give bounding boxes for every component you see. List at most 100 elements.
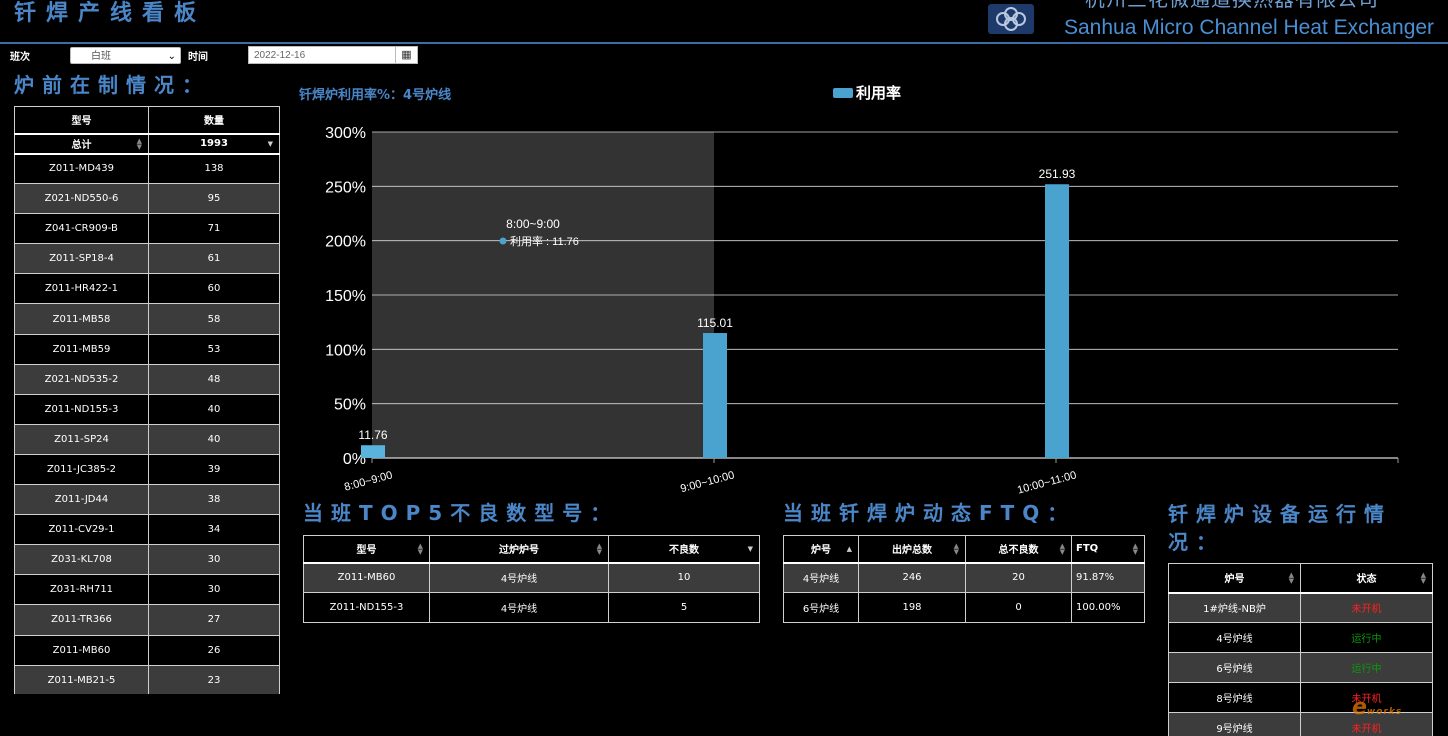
table-row: Z011-MB59 53 [14,333,280,365]
chart-bar[interactable] [1045,184,1069,458]
table-row: 6号炉线 198 0 100.00% [783,592,1145,623]
equipment-title-line2: 况： [1168,530,1224,554]
watermark-logo: eworks [1352,695,1403,720]
table-row: Z011-SP18-4 61 [14,243,280,275]
table-cell: Z011-CV29-1 [14,514,149,546]
wip-header-qty[interactable]: 数量 [148,106,280,135]
y-tick-label: 250% [325,179,366,196]
table-row: Z011-JD44 38 [14,484,280,516]
table-row: 4号炉线 运行中 [1168,622,1433,653]
wip-total-label: 总计 ▲ ▼ [14,133,149,155]
table-cell: Z021-ND535-2 [14,363,149,395]
table-row: Z011-HR422-1 60 [14,273,280,305]
sort-icon: ▲ ▼ [1288,570,1294,585]
table-row: Z011-ND155-3 40 [14,393,280,425]
table-row: Z011-MB21-5 23 [14,664,280,694]
sort-icon: ▲ ▼ [596,541,602,556]
table-cell: 4号炉线 [783,562,859,593]
sort-icon: ▲ ▼ [1420,570,1426,585]
table-row: Z031-KL708 30 [14,544,280,576]
table-row: Z011-MB60 4号炉线 10 [303,562,760,593]
data-label: 11.76 [358,428,387,442]
table-row: 4号炉线 246 20 91.87% [783,562,1145,593]
wip-table: 型号 数量 总计 ▲ ▼ 1993 ▼ Z011-MD439 138 Z021-ND550… [14,106,280,694]
top5-section-title: 当班TOP5不良数型号： [303,501,619,525]
top5-header-model[interactable]: 型号 ▲ ▼ [303,535,430,564]
tooltip-marker [499,237,507,245]
table-row: Z011-MD439 138 [14,152,280,185]
table-cell: 53 [148,333,280,365]
table-cell: Z031-RH711 [14,574,149,606]
wip-table-scroll[interactable]: 型号 数量 总计 ▲ ▼ 1993 ▼ Z011-MD439 138 Z021-ND550… [14,106,280,694]
ftq-header-ftq[interactable]: FTQ ▲ ▼ [1071,535,1145,564]
sort-desc-icon[interactable]: ▼ [268,140,273,147]
table-cell: 48 [148,363,280,395]
table-cell: 198 [858,592,966,623]
top5-header-line[interactable]: 过炉炉号 ▲ ▼ [429,535,609,564]
equip-header-status[interactable]: 状态 ▲ ▼ [1300,563,1433,594]
table-cell: 40 [148,423,280,455]
company-logo [988,4,1034,34]
sort-icon[interactable]: ▲ ▼ [137,137,142,150]
table-row: Z011-ND155-3 4号炉线 5 [303,592,760,623]
table-cell: Z011-SP18-4 [14,243,149,275]
tooltip-value: 利用率 : 11.76 [510,234,579,248]
utilization-chart: 0%50%100%150%200%250%300%8:00~9:0011.769… [325,84,1399,496]
table-cell: Z011-HR422-1 [14,273,149,305]
sort-desc-icon: ▼ [747,544,753,553]
table-cell: Z031-KL708 [14,544,149,576]
equipment-section-title: 钎焊炉设备运行情 况： [1168,500,1392,556]
data-label: 115.01 [697,316,733,330]
table-row: Z031-RH711 30 [14,574,280,606]
header-divider [0,42,1448,44]
table-cell: Z011-JD44 [14,484,149,516]
chart-bar[interactable] [703,333,727,458]
tooltip-title: 8:00~9:00 [506,217,560,231]
equipment-title-line1: 钎焊炉设备运行情 [1168,502,1392,526]
y-tick-label: 300% [325,125,366,142]
table-cell: 58 [148,303,280,335]
shift-label: 班次 [10,52,30,63]
table-cell: 246 [858,562,966,593]
equip-header-line[interactable]: 炉号 ▲ ▼ [1168,563,1301,594]
shift-select-value: 白班 [91,51,111,62]
table-cell: 26 [148,634,280,666]
ftq-header-output[interactable]: 出炉总数 ▲ ▼ [858,535,966,564]
table-cell: 9号炉线 [1168,712,1301,736]
table-row: Z041-CR909-B 71 [14,213,280,245]
page-title: 钎焊产线看板 [14,1,207,26]
table-cell: 91.87% [1071,562,1145,593]
calendar-icon[interactable]: ▦ [395,46,417,64]
table-cell: Z011-MB58 [14,303,149,335]
table-cell: 95 [148,183,280,215]
table-cell: 138 [148,152,280,185]
y-tick-label: 50% [334,397,366,414]
table-cell: 6号炉线 [1168,652,1301,683]
status-badge: 运行中 [1300,652,1433,683]
table-cell: Z011-MB60 [14,634,149,666]
date-input[interactable]: 2022-12-16 ▦ [248,46,418,64]
table-cell: Z011-MD439 [14,152,149,185]
table-cell: 30 [148,544,280,576]
shift-select[interactable]: 白班 ⌄ [70,47,181,64]
status-badge: 运行中 [1300,622,1433,653]
x-tick-label: 10:00~11:00 [1016,469,1078,496]
table-row: Z011-JC385-2 39 [14,453,280,486]
legend-label: 利用率 [856,84,901,102]
table-cell: 38 [148,484,280,516]
table-row: Z011-MB60 26 [14,634,280,666]
table-cell: 4号炉线 [429,592,609,623]
ftq-section-title: 当班钎焊炉动态FTQ： [783,501,1076,525]
data-label: 251.93 [1039,167,1076,181]
table-cell: 61 [148,243,280,275]
y-tick-label: 100% [325,342,366,359]
table-row: 6号炉线 运行中 [1168,652,1433,683]
date-input-value: 2022-12-16 [254,50,306,61]
wip-header-model[interactable]: 型号 [14,106,149,135]
ftq-header-line[interactable]: 炉号 ▲ [783,535,859,564]
table-cell: 71 [148,213,280,245]
ftq-header-defects[interactable]: 总不良数 ▲ ▼ [965,535,1072,564]
table-cell: Z011-ND155-3 [14,393,149,425]
top5-header-defects[interactable]: 不良数 ▼ [608,535,760,564]
chart-bar[interactable] [361,445,385,458]
